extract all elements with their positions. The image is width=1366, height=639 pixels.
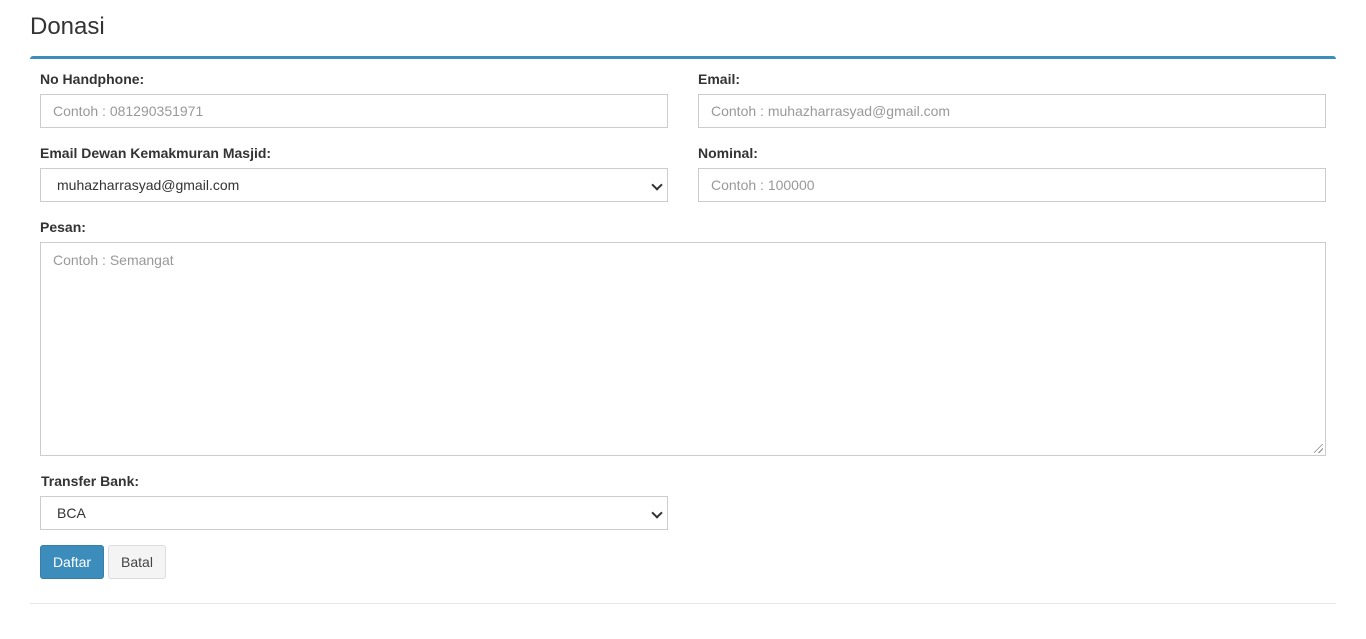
nominal-input[interactable]: Contoh : 100000: [698, 168, 1326, 202]
message-textarea[interactable]: Contoh : Semangat: [40, 242, 1326, 456]
email-input[interactable]: Contoh : muhazharrasyad@gmail.com: [698, 94, 1326, 128]
dkm-email-label: Email Dewan Kemakmuran Masjid:: [40, 145, 272, 161]
bank-select[interactable]: BCA: [40, 496, 668, 530]
bank-label: Transfer Bank:: [41, 473, 140, 489]
bank-selected-value: BCA: [57, 505, 86, 521]
phone-input[interactable]: Contoh : 081290351971: [40, 94, 668, 128]
chevron-down-icon: [651, 179, 663, 191]
phone-label: No Handphone:: [40, 71, 145, 87]
message-placeholder: Contoh : Semangat: [53, 252, 174, 268]
page-title: Donasi: [30, 13, 105, 40]
dkm-email-selected-value: muhazharrasyad@gmail.com: [57, 177, 240, 193]
resize-handle-icon[interactable]: [1314, 444, 1323, 453]
nominal-label: Nominal:: [698, 145, 758, 161]
message-label: Pesan:: [40, 219, 86, 235]
chevron-down-icon: [651, 507, 663, 519]
dkm-email-select[interactable]: muhazharrasyad@gmail.com: [40, 168, 668, 202]
cancel-button[interactable]: Batal: [108, 545, 166, 579]
submit-button[interactable]: Daftar: [40, 545, 104, 579]
email-label: Email:: [698, 71, 741, 87]
